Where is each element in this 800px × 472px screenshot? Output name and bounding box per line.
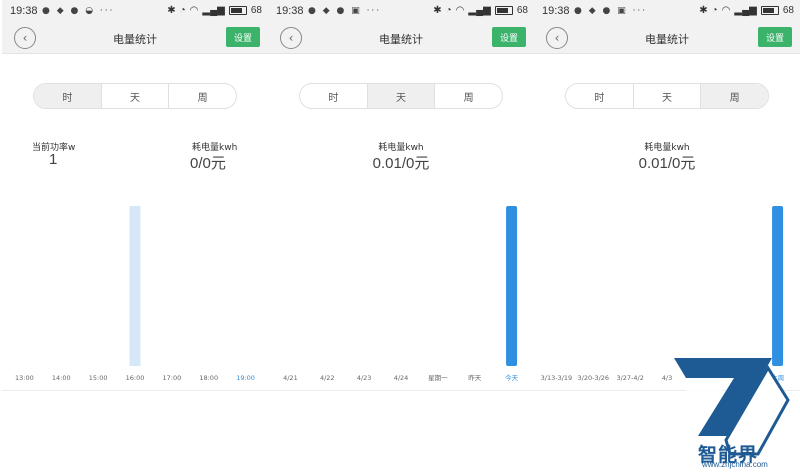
title-bar: ‹ 电量统计 设置 — [534, 24, 800, 54]
x-tick-label[interactable]: 14:00 — [52, 374, 71, 382]
bar-chart-svg: 13:00 14:00 15:00 16:00 17:00 18:00 19:00 — [15, 206, 255, 382]
x-tick-label[interactable]: 16:00 — [126, 374, 145, 382]
x-tick-label[interactable]: 15:00 — [89, 374, 108, 382]
tab-hour[interactable]: 时 — [566, 84, 634, 108]
battery-icon — [760, 6, 779, 15]
status-time: 19:38 — [10, 5, 38, 17]
tab-day[interactable]: 天 — [102, 84, 170, 108]
battery-icon — [228, 6, 247, 15]
battery-icon — [494, 6, 513, 15]
signal-icon: ▂▄▆ — [468, 5, 491, 16]
title-bar: ‹ 电量统计 设置 — [2, 24, 268, 54]
status-right: ✱ ◔ ◠ ▂▄▆ 68 — [433, 5, 528, 16]
battery-level: 68 — [250, 5, 262, 16]
x-tick-label[interactable]: 19:00 — [236, 374, 255, 382]
period-selector: 时 天 周 — [565, 83, 769, 109]
daily-chart: 4/21 4/22 4/23 4/24 星期一 昨天 今天 — [268, 200, 534, 386]
phone-screen-hour: 19:38 ● ◆ ● ◒ ··· ✱ ◔ ◠ ▂▄▆ 68 ‹ 电量统计 设置… — [2, 0, 268, 392]
phone-screen-week: 19:38 ● ◆ ● ▣ ··· ✱ ◔ ◠ ▂▄▆ 68 ‹ 电量统计 设置… — [534, 0, 800, 392]
x-tick-label[interactable]: 3/20-3/26 — [578, 374, 610, 382]
status-time: 19:38 — [542, 5, 570, 17]
settings-button[interactable]: 设置 — [226, 27, 260, 47]
x-tick-label[interactable]: 星期一 — [428, 374, 448, 382]
x-tick-label[interactable]: 3/27-4/2 — [616, 374, 643, 382]
x-tick-label[interactable]: 今天 — [505, 373, 518, 382]
title-bar: ‹ 电量统计 设置 — [268, 24, 534, 54]
status-right: ✱ ◔ ◠ ▂▄▆ 68 — [699, 5, 794, 16]
x-tick-label[interactable]: 4/24 — [394, 374, 409, 382]
tab-week[interactable]: 周 — [701, 84, 768, 108]
x-tick-label[interactable]: 17:00 — [162, 374, 181, 382]
signal-icon: ▂▄▆ — [734, 5, 757, 16]
x-tick-label[interactable]: 昨天 — [468, 373, 482, 382]
chart-bar[interactable] — [506, 206, 518, 366]
phone-screen-day: 19:38 ● ◆ ● ▣ ··· ✱ ◔ ◠ ▂▄▆ 68 ‹ 电量统计 设置… — [268, 0, 534, 392]
battery-level: 68 — [782, 5, 794, 16]
settings-button[interactable]: 设置 — [758, 27, 792, 47]
x-tick-label[interactable]: 4/23 — [357, 374, 372, 382]
x-tick-label[interactable]: 13:00 — [15, 374, 34, 382]
notification-icons: ● ◆ ● ◒ ··· — [42, 6, 115, 16]
signal-icon: ▂▄▆ — [202, 5, 225, 16]
status-time: 19:38 — [276, 5, 304, 17]
wifi-icon: ◠ — [455, 5, 465, 16]
notification-icons: ● ◆ ● ▣ ··· — [574, 6, 648, 16]
hourly-chart: 13:00 14:00 15:00 16:00 17:00 18:00 19:00 — [2, 200, 268, 386]
status-bar: 19:38 ● ◆ ● ▣ ··· ✱ ◔ ◠ ▂▄▆ 68 — [534, 0, 800, 24]
x-tick-label[interactable]: 18:00 — [199, 374, 218, 382]
current-power-value: 1 — [49, 151, 58, 168]
wifi-icon: ◠ — [189, 5, 199, 16]
status-right: ✱ ◔ ◠ ▂▄▆ 68 — [167, 5, 262, 16]
consumption-value: 0.01/0元 — [372, 155, 430, 172]
chart-bar[interactable] — [772, 206, 784, 366]
x-tick-label[interactable]: 4/21 — [283, 374, 298, 382]
tab-day[interactable]: 天 — [634, 84, 702, 108]
bluetooth-icon: ✱ — [167, 5, 176, 16]
watermark-url: www.znjchina.com — [702, 460, 768, 469]
tab-week[interactable]: 周 — [435, 84, 502, 108]
x-tick-label[interactable]: 4/22 — [320, 374, 335, 382]
period-selector: 时 天 周 — [299, 83, 503, 109]
settings-button[interactable]: 设置 — [492, 27, 526, 47]
wifi-icon: ◠ — [721, 5, 731, 16]
consumption-value: 0.01/0元 — [638, 155, 696, 172]
bluetooth-icon: ✱ — [699, 5, 708, 16]
alarm-icon: ◔ — [179, 5, 186, 16]
bluetooth-icon: ✱ — [433, 5, 442, 16]
status-bar: 19:38 ● ◆ ● ▣ ··· ✱ ◔ ◠ ▂▄▆ 68 — [268, 0, 534, 24]
screenshot-stage: 19:38 ● ◆ ● ◒ ··· ✱ ◔ ◠ ▂▄▆ 68 ‹ 电量统计 设置… — [0, 0, 800, 472]
chart-bar[interactable] — [129, 206, 141, 366]
battery-level: 68 — [516, 5, 528, 16]
alarm-icon: ◔ — [445, 5, 452, 16]
period-selector: 时 天 周 — [33, 83, 237, 109]
tab-hour[interactable]: 时 — [34, 84, 102, 108]
status-bar: 19:38 ● ◆ ● ◒ ··· ✱ ◔ ◠ ▂▄▆ 68 — [2, 0, 268, 24]
divider — [2, 390, 268, 391]
alarm-icon: ◔ — [711, 5, 718, 16]
tab-hour[interactable]: 时 — [300, 84, 368, 108]
notification-icons: ● ◆ ● ▣ ··· — [308, 6, 382, 16]
bar-chart-svg: 4/21 4/22 4/23 4/24 星期一 昨天 今天 — [283, 206, 519, 382]
tab-day[interactable]: 天 — [367, 84, 436, 108]
divider — [268, 390, 534, 391]
tab-week[interactable]: 周 — [169, 84, 236, 108]
x-tick-label[interactable]: 3/13-3/19 — [541, 374, 573, 382]
consumption-value: 0/0元 — [190, 155, 226, 172]
